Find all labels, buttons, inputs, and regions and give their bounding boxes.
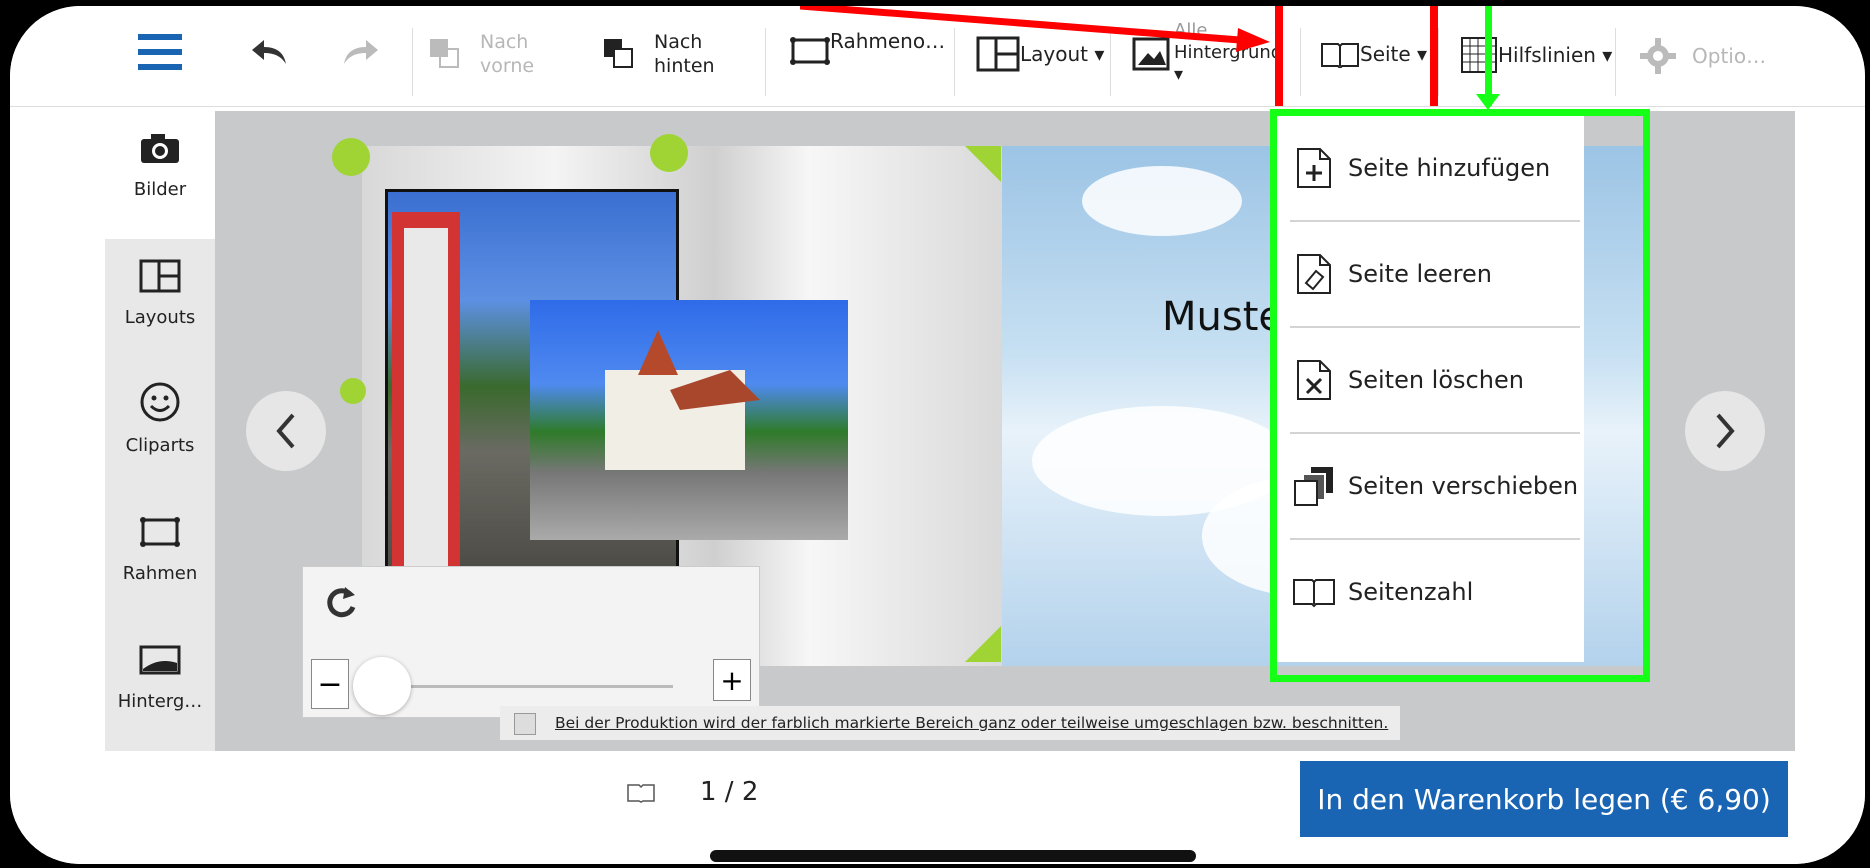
bring-forward-button[interactable]: Nach vorne bbox=[428, 30, 534, 78]
sidebar-item-hintergrund[interactable]: Hinterg… bbox=[105, 623, 215, 751]
send-backward-label-1: Nach bbox=[654, 31, 703, 53]
selection-handle[interactable] bbox=[340, 378, 366, 404]
background-icon bbox=[139, 645, 181, 675]
grid-icon bbox=[1461, 37, 1497, 73]
toolbar-divider bbox=[1615, 28, 1616, 96]
toolbar-divider bbox=[765, 28, 766, 96]
app-screen: Nach vorne Nach hinten Rahmeno… Layout ▾… bbox=[10, 6, 1865, 864]
redo-icon bbox=[344, 40, 378, 64]
sidebar-item-label: Cliparts bbox=[125, 435, 195, 456]
chevron-right-icon bbox=[1716, 413, 1735, 449]
toolbar-divider bbox=[1438, 28, 1439, 96]
notice-text[interactable]: Bei der Produktion wird der farblich mar… bbox=[555, 714, 1388, 732]
page-menu-label: Seite ▾ bbox=[1360, 42, 1428, 66]
page-text[interactable]: Muste bbox=[1162, 294, 1283, 340]
undo-icon bbox=[252, 40, 286, 64]
add-to-cart-button[interactable]: In den Warenkorb legen (€ 6,90) bbox=[1300, 761, 1788, 837]
options-button[interactable]: Optio… bbox=[1638, 36, 1766, 76]
redo-button[interactable] bbox=[340, 36, 380, 68]
toolbar-divider bbox=[1300, 28, 1301, 96]
red-arrow bbox=[800, 6, 1270, 52]
page-counter: 1 / 2 bbox=[700, 777, 759, 807]
red-annotation-line bbox=[1430, 6, 1438, 106]
highlight-box bbox=[1270, 109, 1650, 682]
send-backward-icon bbox=[604, 39, 633, 68]
frame-icon bbox=[140, 517, 180, 547]
sidebar-item-label: Rahmen bbox=[122, 563, 198, 584]
sidebar-item-cliparts[interactable]: Cliparts bbox=[105, 367, 215, 495]
sidebar-item-label: Layouts bbox=[124, 307, 196, 328]
production-notice: Bei der Produktion wird der farblich mar… bbox=[500, 706, 1400, 740]
send-backward-button[interactable]: Nach hinten bbox=[602, 30, 715, 78]
bring-forward-icon bbox=[430, 39, 459, 68]
selection-handle[interactable] bbox=[332, 138, 370, 176]
sidebar-item-label: Bilder bbox=[133, 179, 187, 200]
sign-panel bbox=[404, 228, 448, 608]
chevron-left-icon bbox=[276, 413, 295, 449]
rotate-button[interactable] bbox=[315, 577, 367, 629]
cloud-shape bbox=[1082, 166, 1242, 236]
smiley-icon bbox=[140, 382, 180, 422]
notice-checkbox[interactable] bbox=[514, 713, 536, 735]
undo-button[interactable] bbox=[250, 36, 290, 68]
hamburger-icon bbox=[138, 34, 182, 70]
zoom-out-button[interactable]: − bbox=[311, 659, 349, 709]
camera-icon bbox=[141, 134, 179, 163]
zoom-in-button[interactable]: + bbox=[713, 659, 751, 701]
selection-handle[interactable] bbox=[650, 134, 688, 172]
sidebar-item-label: Hinterg… bbox=[117, 691, 203, 712]
home-indicator bbox=[710, 850, 1196, 862]
sidebar-item-bilder[interactable]: Bilder bbox=[105, 111, 215, 239]
green-arrow-head bbox=[1476, 94, 1500, 110]
prev-page-button[interactable] bbox=[246, 391, 326, 471]
corner-marker bbox=[965, 626, 1001, 662]
toolbar-divider bbox=[412, 28, 413, 96]
bring-forward-label-1: Nach bbox=[480, 31, 529, 53]
green-arrow-line bbox=[1485, 6, 1492, 106]
sidebar: Bilder Layouts Cliparts Rahmen Hinterg… bbox=[105, 111, 215, 751]
sidebar-item-layouts[interactable]: Layouts bbox=[105, 239, 215, 367]
zoom-controls: − + bbox=[302, 566, 760, 718]
church-tower bbox=[638, 330, 760, 410]
device-frame: Nach vorne Nach hinten Rahmeno… Layout ▾… bbox=[0, 0, 1870, 868]
bring-forward-label-2: vorne bbox=[480, 55, 535, 77]
guides-button[interactable]: Hilfslinien ▾ bbox=[1460, 36, 1612, 74]
background-caret: ▾ bbox=[1174, 64, 1184, 85]
zoom-slider-track[interactable] bbox=[373, 685, 673, 688]
sidebar-item-rahmen[interactable]: Rahmen bbox=[105, 495, 215, 623]
zoom-slider-thumb[interactable] bbox=[353, 657, 411, 715]
gear-icon bbox=[1640, 38, 1676, 74]
next-page-button[interactable] bbox=[1685, 391, 1765, 471]
book-icon bbox=[1321, 43, 1359, 68]
rotate-icon bbox=[327, 587, 356, 618]
page-menu-button[interactable]: Seite ▾ bbox=[1320, 40, 1427, 68]
corner-marker bbox=[965, 146, 1001, 182]
layout-icon bbox=[139, 259, 181, 293]
photo-church[interactable] bbox=[530, 300, 848, 540]
book-icon bbox=[627, 784, 655, 803]
guides-label: Hilfslinien ▾ bbox=[1498, 43, 1613, 67]
options-label: Optio… bbox=[1692, 44, 1767, 68]
send-backward-label-2: hinten bbox=[654, 55, 715, 77]
hamburger-menu-button[interactable] bbox=[138, 32, 182, 72]
